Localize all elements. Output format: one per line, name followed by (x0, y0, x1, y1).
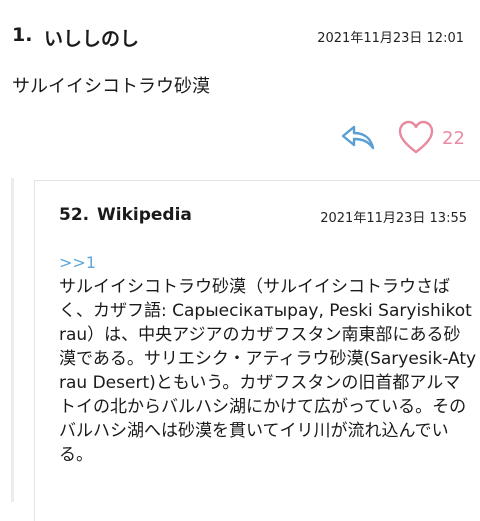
post-number: 1. (12, 24, 33, 46)
heart-icon (398, 120, 434, 154)
post-actions: 22 (340, 120, 470, 160)
post-author-name: Wikipedia (97, 205, 192, 225)
post-header: 52. Wikipedia 2021年11月23日 13:55 (59, 205, 467, 229)
reply-anchor-link[interactable]: >>1 (59, 253, 96, 272)
like-count: 22 (442, 128, 465, 149)
reply-post-card: 52. Wikipedia 2021年11月23日 13:55 >>1 サルイイ… (34, 180, 480, 521)
post-timestamp: 2021年11月23日 12:01 (317, 31, 464, 46)
thread-indent-line (11, 178, 14, 502)
post-header: 1. いししのし 2021年11月23日 12:01 (12, 24, 468, 50)
like-button[interactable] (398, 120, 434, 156)
post-number: 52. (59, 205, 90, 225)
reply-arrow-icon (341, 125, 375, 150)
post-body: サルイイシコトラウ砂漠 (12, 76, 210, 97)
reply-button[interactable] (340, 122, 376, 152)
post-body: サルイイシコトラウ砂漠（サルイイシコトラウさばく、カザフ語: Сарыесіка… (59, 277, 477, 465)
post-author-name: いししのし (44, 28, 140, 50)
post-timestamp: 2021年11月23日 13:55 (320, 211, 467, 226)
